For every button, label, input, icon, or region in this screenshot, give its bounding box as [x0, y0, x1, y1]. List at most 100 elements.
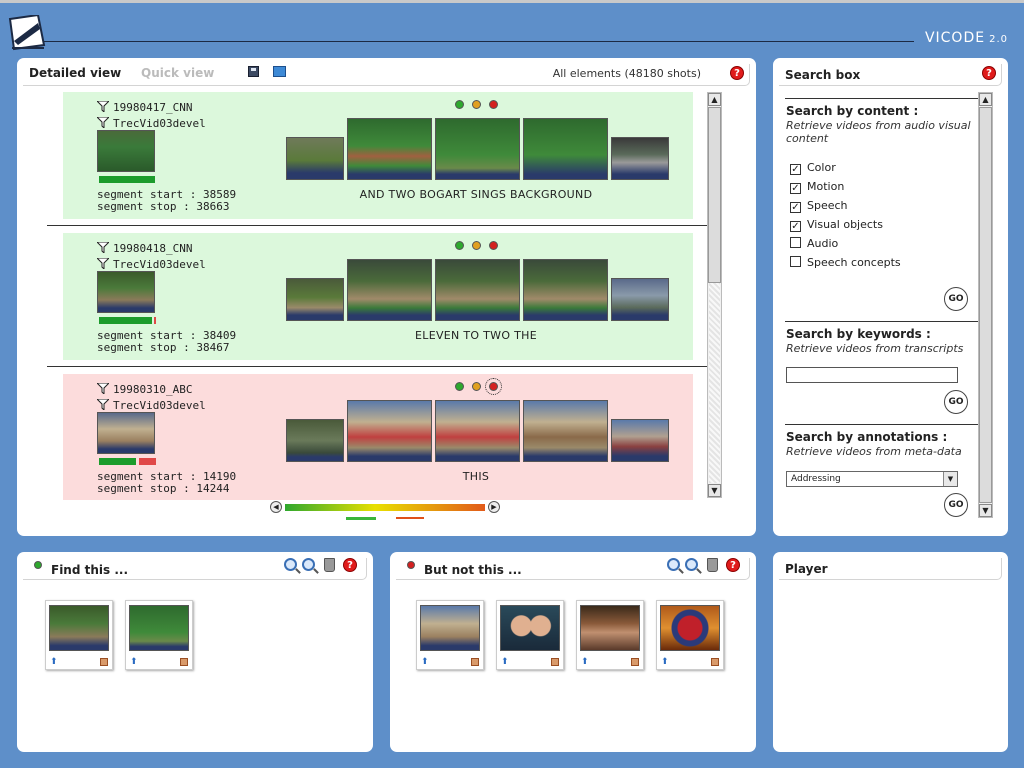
up-arrow-icon[interactable]: ⬆: [421, 658, 429, 667]
shot-thumbnail[interactable]: [286, 137, 344, 180]
scroll-up-icon[interactable]: ▲: [708, 93, 721, 106]
filter-icon[interactable]: [97, 399, 109, 410]
butnot-help-icon[interactable]: ?: [726, 558, 740, 572]
zoom-out-icon[interactable]: [685, 558, 698, 571]
checkbox[interactable]: [790, 237, 801, 248]
option-visual-objects[interactable]: ✓ Visual objects: [790, 218, 883, 232]
up-arrow-icon[interactable]: ⬆: [661, 658, 669, 667]
shot-thumbnail[interactable]: [435, 400, 520, 462]
option-color[interactable]: ✓ Color: [790, 161, 836, 175]
yellow-dot-icon[interactable]: [472, 382, 481, 391]
zoom-out-icon[interactable]: [302, 558, 315, 571]
results-scrollbar[interactable]: ▲ ▼: [707, 92, 722, 498]
shot-thumbnail[interactable]: [347, 259, 432, 321]
shot-thumbnail[interactable]: [286, 278, 344, 321]
find-help-icon[interactable]: ?: [343, 558, 357, 572]
example-thumbnail[interactable]: [420, 605, 480, 651]
scroll-thumb[interactable]: [708, 107, 721, 283]
scroll-down-icon[interactable]: ▼: [708, 484, 721, 497]
open-folder-icon[interactable]: [273, 66, 286, 77]
annotation-select[interactable]: Addressing ▼: [786, 471, 958, 487]
results-help-icon[interactable]: ?: [730, 66, 744, 80]
zoom-in-icon[interactable]: [667, 558, 680, 571]
negative-example-card[interactable]: ⬆: [656, 600, 724, 670]
search-scrollbar[interactable]: ▲ ▼: [978, 92, 993, 518]
segment-keyframe[interactable]: [97, 412, 155, 454]
content-go-button[interactable]: GO: [944, 287, 968, 311]
filter-icon[interactable]: [97, 101, 109, 112]
tab-detailed-view[interactable]: Detailed view: [29, 66, 121, 80]
option-speech-concepts[interactable]: Speech concepts: [790, 256, 901, 269]
positive-example-card[interactable]: ⬆: [45, 600, 113, 670]
red-dot-icon[interactable]: [489, 241, 498, 250]
filter-collection[interactable]: TrecVid03devel: [97, 398, 206, 412]
segment-keyframe[interactable]: [97, 130, 155, 172]
green-dot-icon[interactable]: [455, 241, 464, 250]
filter-channel[interactable]: 19980310_ABC: [97, 382, 192, 396]
checkbox[interactable]: ✓: [790, 202, 801, 213]
remove-icon[interactable]: [100, 658, 108, 666]
filter-icon[interactable]: [97, 117, 109, 128]
scroll-thumb[interactable]: [979, 107, 992, 503]
scroll-track[interactable]: [709, 283, 720, 483]
remove-icon[interactable]: [551, 658, 559, 666]
green-dot-icon[interactable]: [455, 382, 464, 391]
negative-example-card[interactable]: ⬆: [576, 600, 644, 670]
red-dot-icon[interactable]: [489, 100, 498, 109]
filter-channel[interactable]: 19980417_CNN: [97, 100, 192, 114]
shot-thumbnail[interactable]: [611, 419, 669, 462]
remove-icon[interactable]: [471, 658, 479, 666]
save-icon[interactable]: [248, 66, 259, 77]
up-arrow-icon[interactable]: ⬆: [581, 658, 589, 667]
relevance-slider[interactable]: ◀ ▶: [270, 501, 500, 525]
chevron-down-icon[interactable]: ▼: [943, 472, 957, 486]
option-speech[interactable]: ✓ Speech: [790, 199, 848, 213]
checkbox[interactable]: [790, 256, 801, 267]
shot-thumbnail[interactable]: [347, 400, 432, 462]
filter-collection[interactable]: TrecVid03devel: [97, 116, 206, 130]
scroll-up-icon[interactable]: ▲: [979, 93, 992, 106]
zoom-in-icon[interactable]: [284, 558, 297, 571]
keyword-input[interactable]: [786, 367, 958, 383]
trash-icon[interactable]: [324, 558, 335, 572]
up-arrow-icon[interactable]: ⬆: [50, 658, 58, 667]
filter-icon[interactable]: [97, 383, 109, 394]
checkbox[interactable]: ✓: [790, 164, 801, 175]
remove-icon[interactable]: [711, 658, 719, 666]
shot-thumbnail[interactable]: [286, 419, 344, 462]
filter-icon[interactable]: [97, 242, 109, 253]
example-thumbnail[interactable]: [49, 605, 109, 651]
shot-thumbnail[interactable]: [611, 278, 669, 321]
shot-thumbnail[interactable]: [523, 259, 608, 321]
positive-example-card[interactable]: ⬆: [125, 600, 193, 670]
slider-left-icon[interactable]: ◀: [270, 501, 282, 513]
segment-keyframe[interactable]: [97, 271, 155, 313]
slider-right-icon[interactable]: ▶: [488, 501, 500, 513]
filter-icon[interactable]: [97, 258, 109, 269]
remove-icon[interactable]: [631, 658, 639, 666]
search-help-icon[interactable]: ?: [982, 66, 996, 80]
negative-example-card[interactable]: ⬆: [416, 600, 484, 670]
filter-channel[interactable]: 19980418_CNN: [97, 241, 192, 255]
yellow-dot-icon[interactable]: [472, 100, 481, 109]
shot-thumbnail[interactable]: [611, 137, 669, 180]
annotation-go-button[interactable]: GO: [944, 493, 968, 517]
segment-row[interactable]: 19980310_ABC TrecVid03devel segment star…: [63, 374, 693, 500]
red-dot-icon[interactable]: [485, 378, 502, 395]
checkbox[interactable]: ✓: [790, 221, 801, 232]
example-thumbnail[interactable]: [660, 605, 720, 651]
option-audio[interactable]: Audio: [790, 237, 838, 250]
shot-thumbnail[interactable]: [347, 118, 432, 180]
trash-icon[interactable]: [707, 558, 718, 572]
up-arrow-icon[interactable]: ⬆: [501, 658, 509, 667]
keyword-go-button[interactable]: GO: [944, 390, 968, 414]
up-arrow-icon[interactable]: ⬆: [130, 658, 138, 667]
yellow-dot-icon[interactable]: [472, 241, 481, 250]
shot-thumbnail[interactable]: [435, 259, 520, 321]
green-dot-icon[interactable]: [455, 100, 464, 109]
tab-quick-view[interactable]: Quick view: [141, 66, 214, 80]
shot-thumbnail[interactable]: [523, 118, 608, 180]
example-thumbnail[interactable]: [500, 605, 560, 651]
checkbox[interactable]: ✓: [790, 183, 801, 194]
shot-thumbnail[interactable]: [523, 400, 608, 462]
